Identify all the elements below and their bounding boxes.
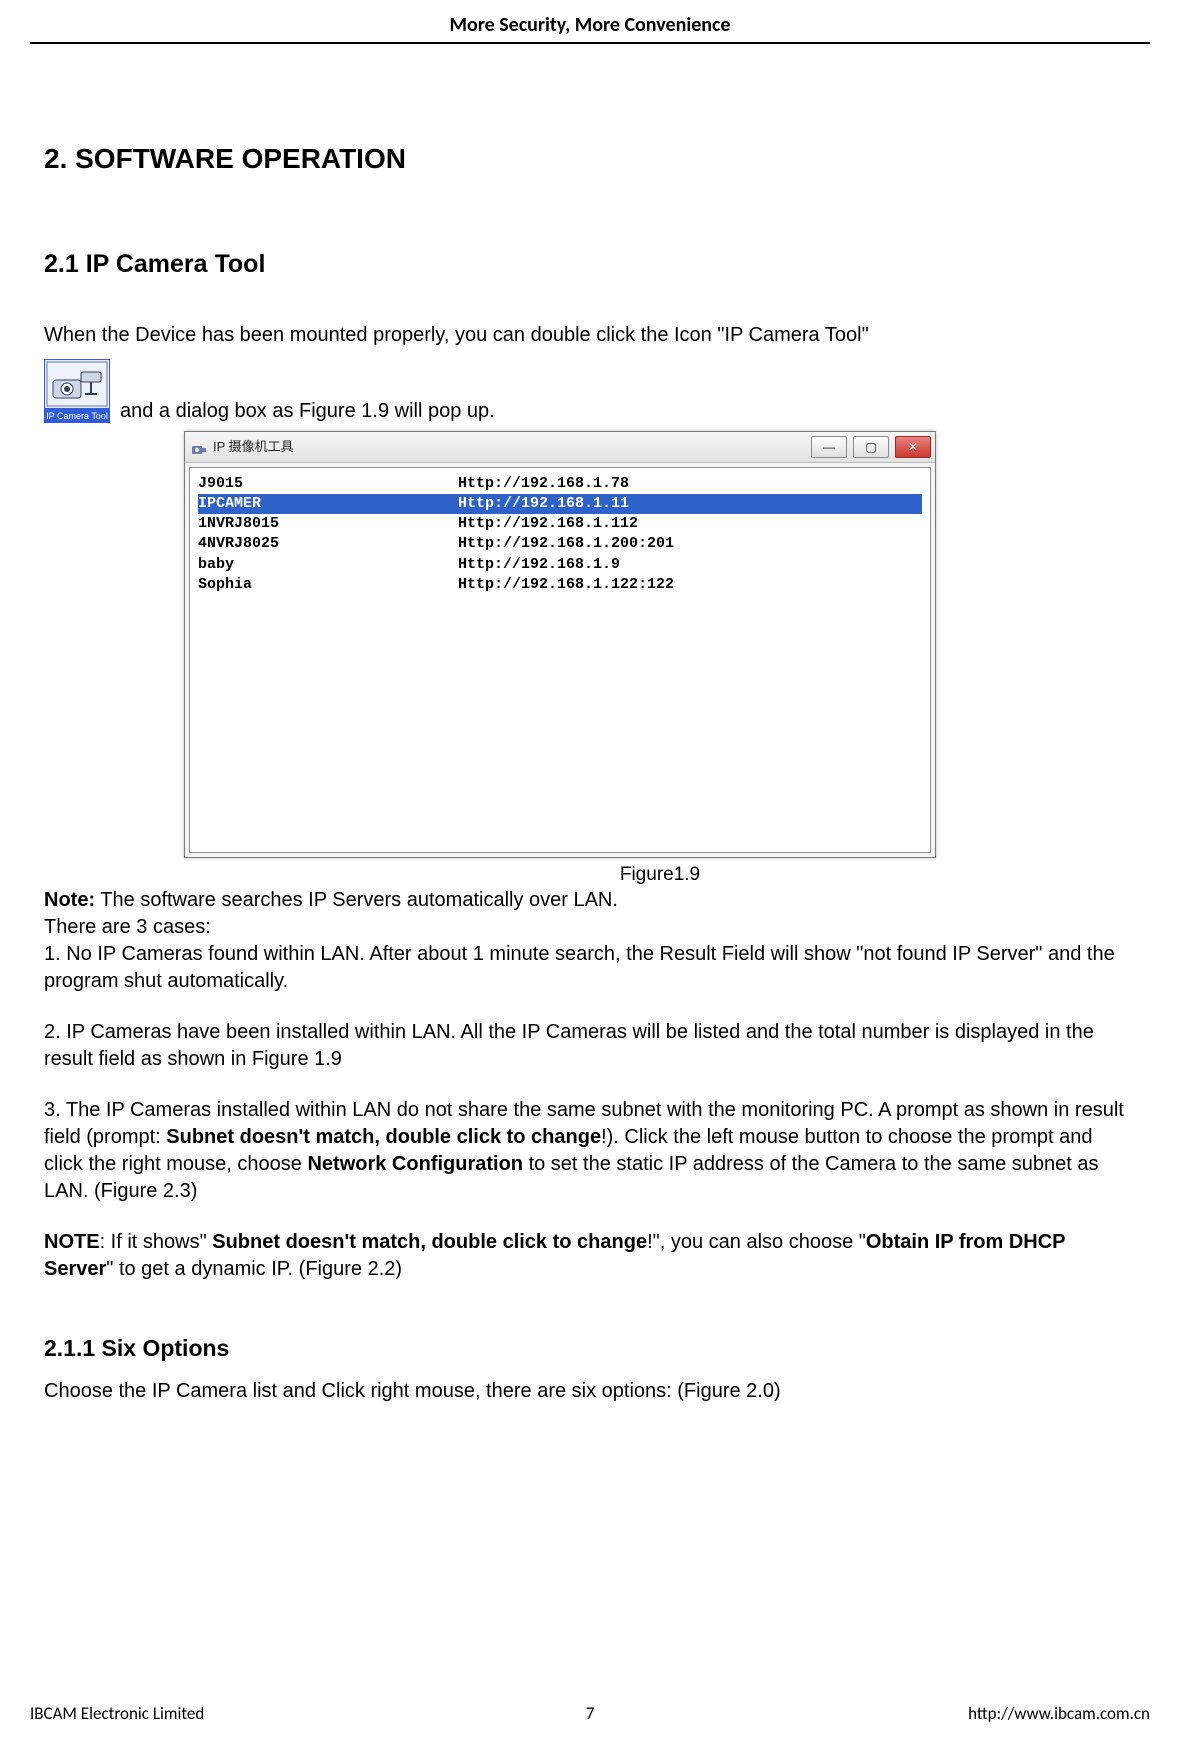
app-icon	[191, 439, 207, 455]
note2-label: NOTE	[44, 1231, 100, 1253]
camera-name: 4NVRJ8025	[198, 534, 458, 554]
figure-1-9: IP 摄像机工具 — ▢ ✕ J9015Http://192.168.1.78I…	[184, 431, 1136, 888]
camera-name: J9015	[198, 474, 458, 494]
camera-url: Http://192.168.1.122:122	[458, 575, 674, 595]
camera-list-row[interactable]: babyHttp://192.168.1.9	[198, 555, 922, 575]
camera-url: Http://192.168.1.9	[458, 555, 620, 575]
note-text: The software searches IP Servers automat…	[95, 889, 618, 911]
ip-camera-tool-desktop-icon: IP Camera Tool	[44, 359, 110, 425]
window-minimize-button[interactable]: —	[811, 436, 847, 458]
intro-line-2: and a dialog box as Figure 1.9 will pop …	[120, 398, 495, 425]
page-footer: IBCAM Electronic Limited 7 http://www.ib…	[30, 1703, 1150, 1726]
case-3-bold-1: Subnet doesn't match, double click to ch…	[166, 1126, 601, 1148]
camera-list-row[interactable]: 1NVRJ8015Http://192.168.1.112	[198, 514, 922, 534]
case-3-bold-2: Network Configuration	[307, 1153, 523, 1175]
window-close-button[interactable]: ✕	[895, 436, 931, 458]
intro-line-1: When the Device has been mounted properl…	[44, 322, 1136, 349]
note-line: Note: The software searches IP Servers a…	[44, 887, 1136, 914]
page-header-title: More Security, More Convenience	[0, 12, 1180, 39]
subsection-heading: 2.1 IP Camera Tool	[44, 248, 1136, 282]
header-rule	[30, 42, 1150, 44]
camera-url: Http://192.168.1.78	[458, 474, 629, 494]
case-2: 2. IP Cameras have been installed within…	[44, 1019, 1136, 1073]
camera-name: Sophia	[198, 575, 458, 595]
note-label: Note:	[44, 889, 95, 911]
cases-intro: There are 3 cases:	[44, 914, 1136, 941]
camera-name: baby	[198, 555, 458, 575]
window-title: IP 摄像机工具	[213, 438, 294, 456]
content-area: 2. SOFTWARE OPERATION 2.1 IP Camera Tool…	[44, 140, 1136, 1405]
six-options-text: Choose the IP Camera list and Click righ…	[44, 1378, 1136, 1405]
camera-icon	[44, 359, 110, 409]
section-heading: 2. SOFTWARE OPERATION	[44, 140, 1136, 178]
figure-caption: Figure1.9	[184, 862, 1136, 888]
camera-url: Http://192.168.1.200:201	[458, 534, 674, 554]
camera-url: Http://192.168.1.112	[458, 514, 638, 534]
note2-c: " to get a dynamic IP. (Figure 2.2)	[106, 1258, 402, 1280]
icon-and-text-row: IP Camera Tool and a dialog box as Figur…	[44, 359, 1136, 425]
window-titlebar: IP 摄像机工具 — ▢ ✕	[185, 432, 935, 463]
desktop-icon-label: IP Camera Tool	[44, 409, 110, 423]
camera-list-row[interactable]: SophiaHttp://192.168.1.122:122	[198, 575, 922, 595]
window-maximize-button[interactable]: ▢	[853, 436, 889, 458]
camera-list-row[interactable]: 4NVRJ8025Http://192.168.1.200:201	[198, 534, 922, 554]
ip-camera-tool-window: IP 摄像机工具 — ▢ ✕ J9015Http://192.168.1.78I…	[184, 431, 936, 858]
note2-bold-1: Subnet doesn't match, double click to ch…	[212, 1231, 647, 1253]
six-options-heading: 2.1.1 Six Options	[44, 1333, 1136, 1364]
note2-a: : If it shows"	[100, 1231, 213, 1253]
case-3: 3. The IP Cameras installed within LAN d…	[44, 1097, 1136, 1205]
camera-list-row[interactable]: J9015Http://192.168.1.78	[198, 474, 922, 494]
case-1: 1. No IP Cameras found within LAN. After…	[44, 941, 1136, 995]
note-2: NOTE: If it shows" Subnet doesn't match,…	[44, 1229, 1136, 1283]
footer-page-number: 7	[30, 1703, 1150, 1726]
camera-name: 1NVRJ8015	[198, 514, 458, 534]
window-list[interactable]: J9015Http://192.168.1.78IPCAMERHttp://19…	[189, 467, 931, 853]
camera-name: IPCAMER	[198, 494, 458, 514]
camera-list-row[interactable]: IPCAMERHttp://192.168.1.11	[198, 494, 922, 514]
note2-b: !", you can also choose "	[647, 1231, 866, 1253]
camera-url: Http://192.168.1.11	[458, 494, 629, 514]
